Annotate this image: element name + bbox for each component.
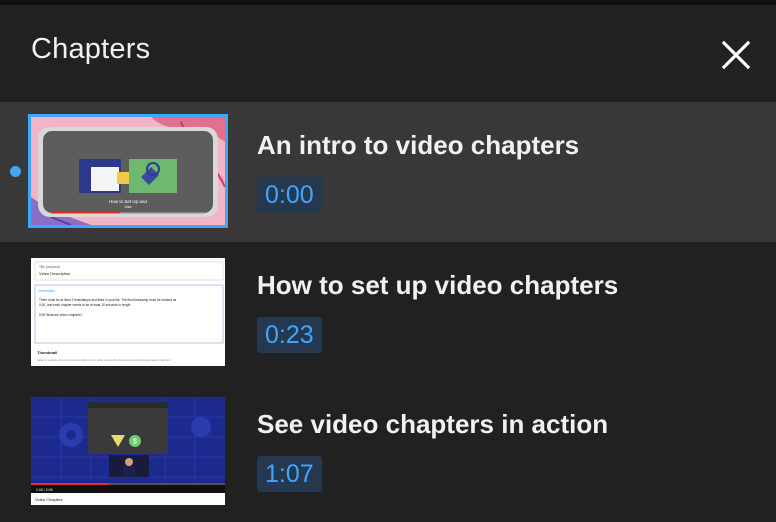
chapter-item-intro[interactable]: How to Set Up and Use An intro to video … (0, 102, 776, 242)
thumbnail-field-label: Description (39, 289, 55, 293)
thumbnail-line-1: There must be at least 3 timestamps and … (39, 298, 177, 302)
thumbnail-doc-header: Video Description (39, 271, 70, 276)
svg-text:Title (required): Title (required) (39, 265, 60, 269)
svg-text:$: $ (133, 439, 137, 446)
thumbnail-image: $ 1:00 / 2:05 Video Chapters (31, 397, 225, 505)
chapter-thumbnail[interactable]: $ 1:00 / 2:05 Video Chapters (31, 397, 225, 505)
panel-title: Chapters (31, 33, 151, 65)
chapter-item-in-action[interactable]: $ 1:00 / 2:05 Video Chapters See video c… (0, 382, 776, 522)
current-chapter-indicator (10, 166, 21, 177)
chapters-header: Chapters (0, 5, 776, 101)
thumbnail-progress-bar (31, 483, 109, 485)
thumbnail-line-2: 0:00, and each chapter needs to be at le… (39, 303, 131, 307)
thumbnail-player-time: 1:00 / 2:05 (36, 488, 53, 492)
chapter-title: How to set up video chapters (257, 270, 619, 300)
thumbnail-section-label: Thumbnail (37, 350, 57, 355)
chapter-timestamp[interactable]: 0:23 (257, 317, 322, 353)
chapter-thumbnail[interactable]: How to Set Up and Use (28, 114, 228, 228)
thumbnail-caption: Video Chapters (35, 497, 63, 502)
chapter-item-setup[interactable]: Title (required) Video Description Descr… (0, 242, 776, 382)
chapter-title: See video chapters in action (257, 409, 609, 439)
chapter-timestamp[interactable]: 0:00 (257, 177, 322, 213)
thumbnail-line-3: 0:00 What are video chapters? (39, 313, 83, 317)
thumbnail-progress-bar (51, 212, 121, 214)
thumbnail-section-hint: Select or upload a picture that shows wh… (37, 358, 171, 362)
close-button[interactable] (716, 35, 756, 75)
thumbnail-image: How to Set Up and Use (31, 117, 225, 225)
close-icon (721, 40, 751, 70)
chapter-thumbnail[interactable]: Title (required) Video Description Descr… (31, 258, 225, 366)
thumbnail-video-subtitle: Use (124, 204, 132, 209)
thumbnail-image: Title (required) Video Description Descr… (31, 258, 225, 366)
chapter-title: An intro to video chapters (257, 130, 580, 160)
chapter-timestamp[interactable]: 1:07 (257, 456, 322, 492)
